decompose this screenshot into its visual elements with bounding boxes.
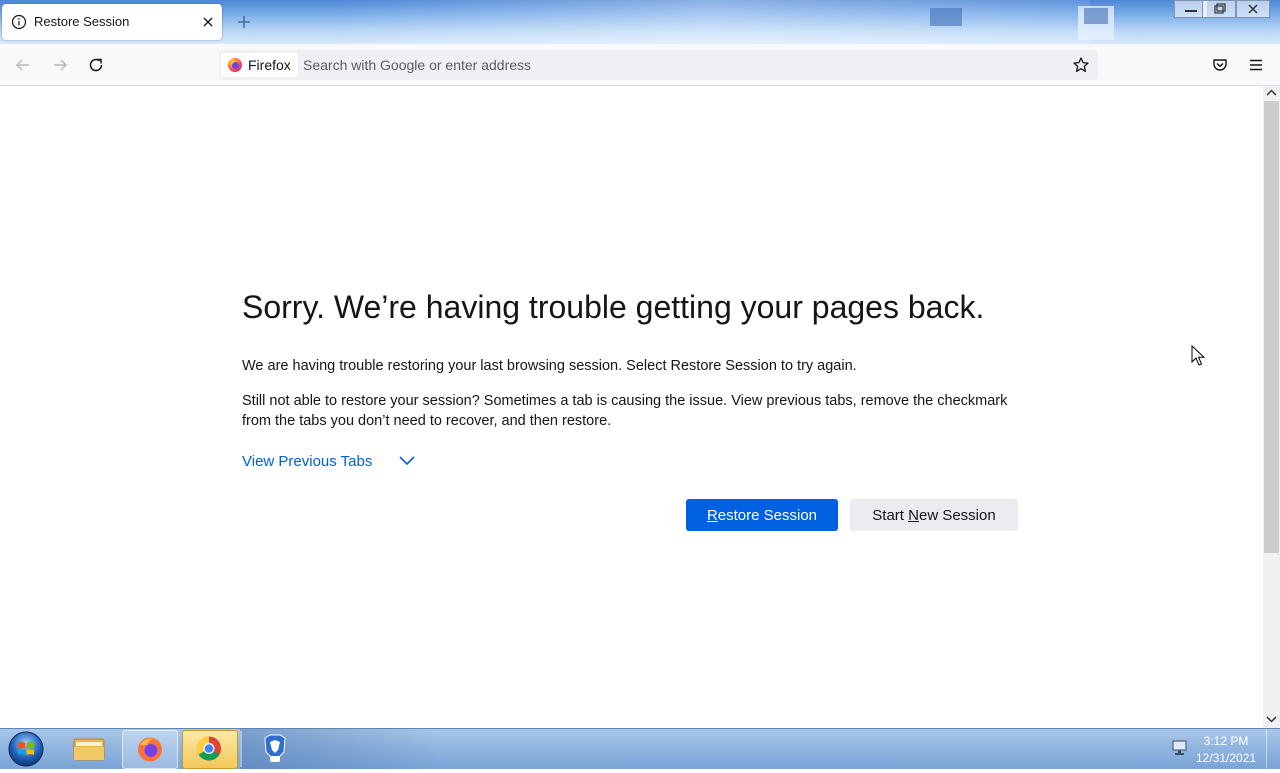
- hamburger-menu-icon[interactable]: [1247, 56, 1265, 74]
- firefox-taskbar-button[interactable]: [122, 730, 178, 769]
- address-bar[interactable]: Firefox: [219, 50, 1098, 80]
- windows-start-icon[interactable]: [6, 730, 46, 768]
- new-session-label-start: Start: [872, 506, 909, 524]
- navigation-toolbar: Firefox: [0, 44, 1280, 86]
- new-session-accesskey: N: [908, 506, 919, 524]
- show-desktop-button[interactable]: [1266, 729, 1280, 769]
- identity-label: Firefox: [248, 57, 291, 73]
- network-tray-icon[interactable]: [1170, 739, 1190, 757]
- clock-date[interactable]: 12/31/2021: [1196, 751, 1256, 765]
- taskbar-separator: [240, 731, 242, 767]
- url-input[interactable]: [303, 50, 1063, 80]
- restore-accesskey: R: [706, 506, 718, 524]
- taskbar: 3:12 PM 12/31/2021: [0, 728, 1280, 769]
- start-new-session-button[interactable]: Start New Session: [850, 499, 1018, 531]
- vertical-scrollbar[interactable]: [1263, 86, 1280, 728]
- view-previous-tabs-label: View Previous Tabs: [242, 452, 373, 470]
- firefox-logo-icon: [228, 58, 242, 72]
- page-content: Sorry. We’re having trouble getting your…: [0, 86, 1263, 728]
- wallpaper-shape: [930, 8, 962, 26]
- scroll-down-arrow-icon[interactable]: [1263, 712, 1280, 726]
- bookmark-star-icon[interactable]: [1072, 56, 1090, 74]
- info-icon: [11, 14, 27, 30]
- chevron-down-icon: [399, 456, 415, 466]
- brave-beta-taskbar-icon[interactable]: [248, 730, 302, 767]
- forward-arrow-icon[interactable]: [51, 56, 69, 74]
- tab-strip: Restore Session: [0, 0, 1280, 44]
- back-arrow-icon[interactable]: [14, 56, 32, 74]
- file-explorer-taskbar-icon[interactable]: [62, 730, 116, 767]
- mouse-pointer-icon: [1191, 345, 1205, 366]
- scroll-up-arrow-icon[interactable]: [1263, 86, 1280, 100]
- wallpaper-glint: [330, 0, 1090, 44]
- error-help-text: Still not able to restore your session? …: [242, 393, 1008, 429]
- tab-title: Restore Session: [34, 14, 130, 29]
- close-tab-icon[interactable]: [200, 14, 216, 30]
- view-previous-tabs-toggle[interactable]: View Previous Tabs: [242, 452, 416, 470]
- chrome-taskbar-icon: [196, 736, 221, 761]
- identity-box[interactable]: Firefox: [221, 53, 298, 77]
- new-tab-plus-icon[interactable]: [236, 14, 252, 30]
- close-window-icon[interactable]: [1236, 0, 1270, 18]
- scrollbar-thumb[interactable]: [1264, 101, 1279, 553]
- page-title: Sorry. We’re having trouble getting your…: [242, 289, 985, 325]
- wallpaper-shape: [1084, 8, 1108, 24]
- reload-icon[interactable]: [87, 56, 105, 74]
- clock-time[interactable]: 3:12 PM: [1196, 734, 1256, 748]
- tab-restore-session[interactable]: Restore Session: [2, 4, 222, 40]
- new-session-label-rest: ew Session: [918, 506, 996, 524]
- restore-label-rest: estore Session: [717, 506, 818, 524]
- pocket-icon[interactable]: [1211, 56, 1229, 74]
- firefox-taskbar-icon: [138, 737, 162, 762]
- chrome-taskbar-button[interactable]: [182, 730, 238, 769]
- restore-session-button[interactable]: Restore Session: [686, 499, 838, 531]
- error-description: We are having trouble restoring your las…: [242, 358, 857, 374]
- restore-window-icon[interactable]: [1202, 0, 1236, 18]
